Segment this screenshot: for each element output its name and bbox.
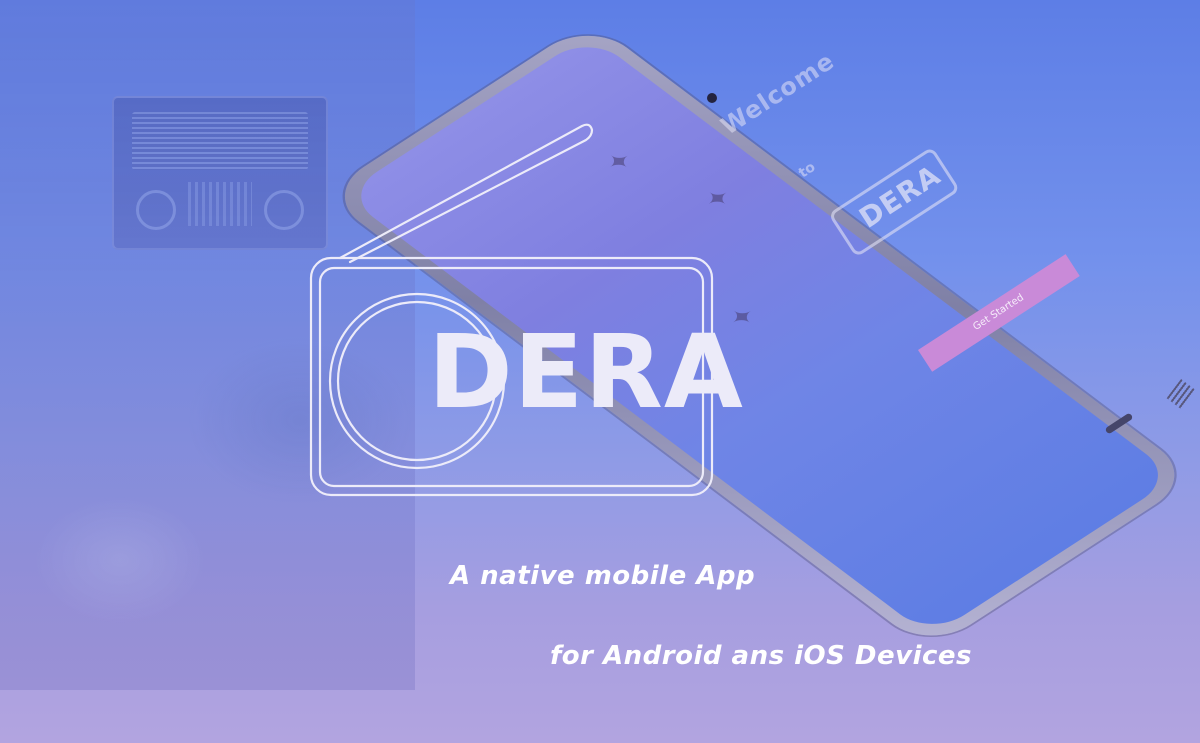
- tagline-primary: A native mobile App: [450, 561, 756, 591]
- hero-banner: ✦ ✦ ✦ Welcome to DERA Get Started DERA A…: [0, 0, 1200, 743]
- logo-wordmark: DERA: [428, 313, 744, 432]
- tagline-secondary: for Android ans iOS Devices: [550, 641, 973, 671]
- antenna-icon: [338, 123, 594, 264]
